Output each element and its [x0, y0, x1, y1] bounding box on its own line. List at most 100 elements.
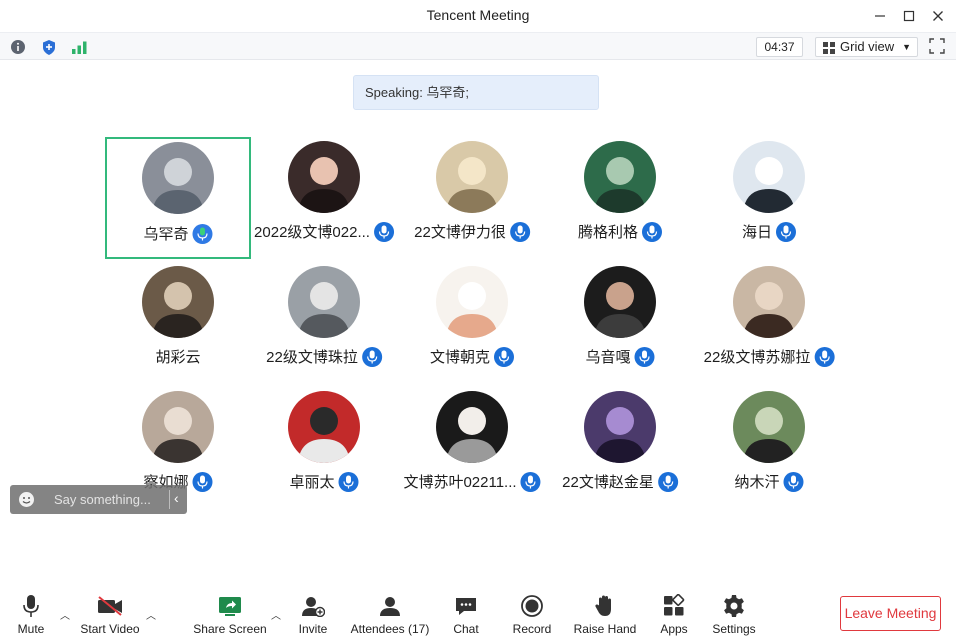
mute-options-chevron-icon[interactable]: ︿ [60, 607, 70, 622]
participant-tile[interactable]: 文博朝克 [399, 262, 545, 384]
start-video-button[interactable]: Start Video [76, 593, 144, 636]
participant-name-row: 乌罕奇 [143, 223, 213, 244]
participant-name: 腾格利格 [577, 224, 639, 241]
invite-button[interactable]: Invite [294, 593, 332, 636]
microphone-status-icon [634, 346, 655, 367]
raise-hand-button[interactable]: Raise Hand [572, 593, 638, 636]
participant-name: 胡彩云 [155, 349, 201, 366]
record-label: Record [512, 622, 552, 636]
participant-name: 文博苏叶02211... [403, 474, 517, 491]
participant-tile[interactable]: 胡彩云 [105, 262, 251, 384]
participant-avatar [288, 391, 360, 463]
participant-avatar [142, 142, 214, 214]
gear-icon [724, 595, 744, 617]
chat-button[interactable]: Chat [448, 593, 484, 636]
microphone-status-icon [192, 223, 213, 244]
mute-button[interactable]: Mute [8, 593, 54, 636]
participant-name-row: 文博苏叶02211... [403, 471, 541, 492]
title-bar: Tencent Meeting [0, 0, 956, 32]
participant-name-row: 乌音嘎 [585, 346, 655, 367]
participant-tile[interactable]: 卓丽太 [251, 387, 397, 509]
participant-tile[interactable]: 22级文博苏娜拉 [696, 262, 842, 384]
participant-tile[interactable]: 乌音嘎 [547, 262, 693, 384]
settings-button[interactable]: Settings [709, 593, 759, 636]
fullscreen-icon [929, 38, 945, 54]
chat-input-box[interactable]: Say something... ‹ [10, 485, 187, 514]
participant-tile[interactable]: 海日 [696, 137, 842, 259]
participant-avatar [584, 391, 656, 463]
speaking-indicator: Speaking: 乌罕奇; [353, 75, 599, 110]
share-options-chevron-icon[interactable]: ︿ [271, 607, 281, 622]
participant-avatar [584, 141, 656, 213]
video-options-chevron-icon[interactable]: ︿ [146, 607, 156, 622]
close-button[interactable] [928, 6, 948, 26]
participant-name-row: 纳木汗 [734, 471, 804, 492]
minimize-button[interactable] [870, 6, 890, 26]
participant-name: 乌罕奇 [143, 226, 189, 243]
participant-name: 卓丽太 [289, 474, 335, 491]
apps-button[interactable]: Apps [656, 593, 692, 636]
mute-label: Mute [17, 622, 45, 636]
participant-avatar [733, 266, 805, 338]
participant-tile[interactable]: 腾格利格 [547, 137, 693, 259]
participant-name: 海日 [741, 224, 773, 241]
attendees-label: Attendees (17) [350, 622, 430, 636]
microphone-status-icon [642, 221, 663, 242]
participant-tile[interactable]: 文博苏叶02211... [399, 387, 545, 509]
participant-name: 乌音嘎 [585, 349, 631, 366]
network-status-button[interactable] [70, 38, 88, 56]
info-icon [11, 40, 25, 54]
video-off-icon [98, 596, 122, 616]
meeting-timer: 04:37 [756, 37, 803, 57]
microphone-status-icon [814, 346, 835, 367]
microphone-status-icon [373, 221, 394, 242]
microphone-status-icon [338, 471, 359, 492]
record-icon [521, 595, 543, 617]
grid-icon [823, 42, 835, 54]
view-mode-label: Grid view [840, 39, 895, 54]
collapse-chevron-icon[interactable]: ‹ [174, 490, 179, 506]
participant-avatar [436, 266, 508, 338]
minimize-icon [875, 15, 885, 17]
participant-tile[interactable]: 2022级文博022... [251, 137, 397, 259]
participant-name: 22文博伊力很 [414, 224, 506, 241]
participant-name-row: 22文博赵金星 [562, 471, 678, 492]
window-title: Tencent Meeting [426, 7, 530, 23]
caret-down-icon: ▼ [902, 42, 911, 52]
participant-name-row: 22文博伊力很 [414, 221, 530, 242]
apps-label: Apps [660, 622, 688, 636]
record-button[interactable]: Record [510, 593, 554, 636]
participant-tile[interactable]: 纳木汗 [696, 387, 842, 509]
participant-name-row: 海日 [741, 221, 797, 242]
participant-avatar [436, 391, 508, 463]
security-button[interactable] [40, 38, 58, 56]
share-screen-button[interactable]: Share Screen [192, 593, 268, 636]
view-mode-dropdown[interactable]: Grid view ▼ [815, 37, 918, 57]
chat-bubble-icon [456, 598, 476, 615]
attendees-button[interactable]: Attendees (17) [348, 593, 432, 636]
apps-icon [664, 594, 685, 616]
participant-tile[interactable]: 乌罕奇 [105, 137, 251, 259]
participant-avatar [584, 266, 656, 338]
participant-name-row: 文博朝克 [429, 346, 515, 367]
participant-tile[interactable]: 22文博伊力很 [399, 137, 545, 259]
participant-name-row: 2022级文博022... [254, 221, 394, 242]
maximize-button[interactable] [899, 6, 919, 26]
close-icon [933, 11, 943, 21]
leave-meeting-button[interactable]: Leave Meeting [840, 596, 941, 631]
participant-name-row: 腾格利格 [577, 221, 663, 242]
participant-name: 2022级文博022... [254, 224, 370, 241]
participant-tile[interactable]: 22文博赵金星 [547, 387, 693, 509]
microphone-status-icon [783, 471, 804, 492]
participant-name: 文博朝克 [429, 349, 491, 366]
invite-label: Invite [298, 622, 328, 636]
meeting-info-bar: 04:37 Grid view ▼ [0, 32, 956, 60]
participant-avatar [288, 141, 360, 213]
participant-tile[interactable]: 22级文博珠拉 [251, 262, 397, 384]
fullscreen-button[interactable] [929, 38, 947, 56]
meeting-toolbar: Mute ︿ Start Video ︿ Share Screen ︿ Invi… [0, 588, 956, 639]
chat-placeholder[interactable]: Say something... [54, 492, 151, 507]
participant-avatar [733, 141, 805, 213]
meeting-info-button[interactable] [9, 38, 27, 56]
attendees-icon [380, 597, 400, 616]
